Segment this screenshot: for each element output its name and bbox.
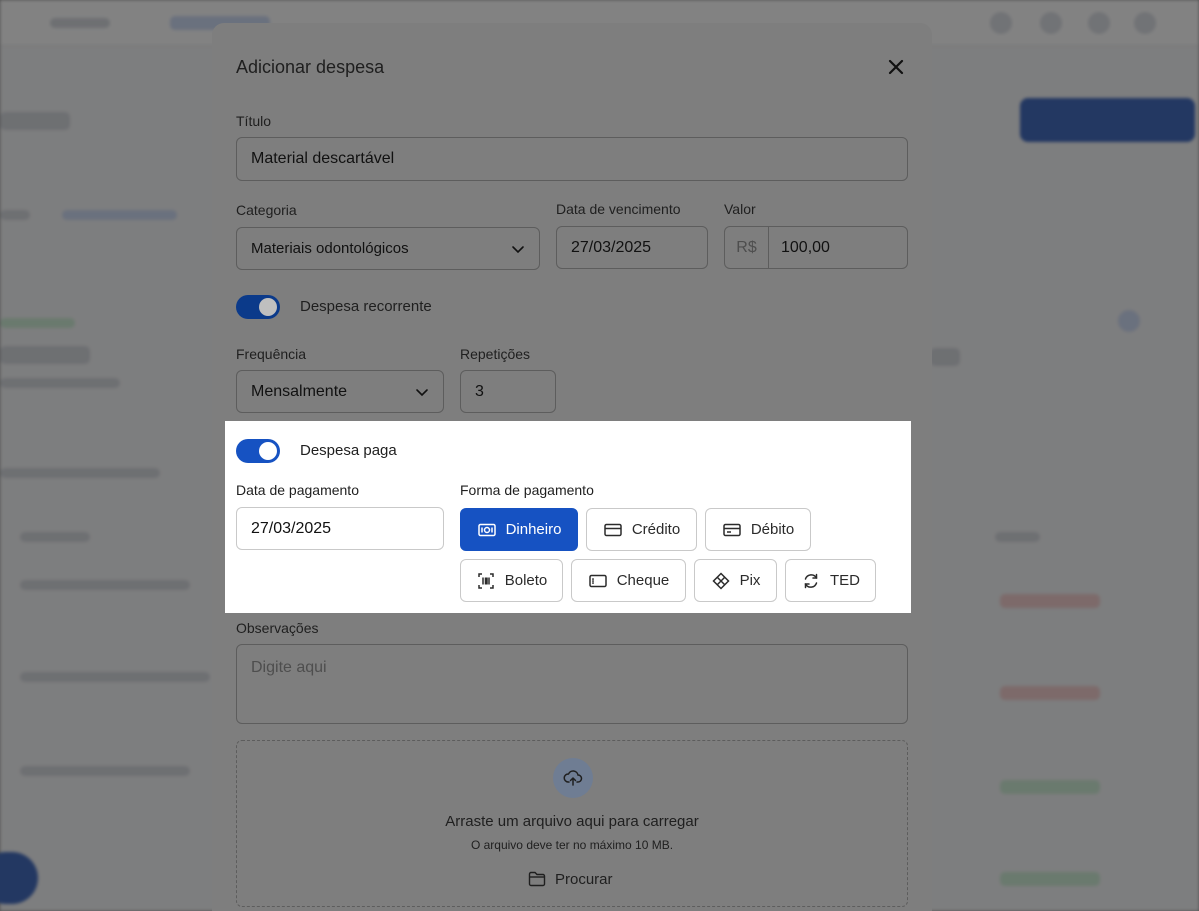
close-icon[interactable]	[886, 57, 906, 77]
credit-card-icon	[604, 523, 622, 536]
paga-label: Despesa paga	[300, 442, 397, 459]
procurar-label: Procurar	[555, 870, 613, 888]
titulo-input[interactable]: Material descartável	[236, 137, 908, 181]
payment-debito-button[interactable]: Débito	[705, 508, 811, 551]
pagamento-data-input[interactable]: 27/03/2025	[236, 507, 444, 550]
dropzone-hint: O arquivo deve ter no máximo 10 MB.	[470, 838, 674, 852]
modal-title: Adicionar despesa	[236, 57, 385, 77]
payment-label: Débito	[750, 521, 795, 538]
payment-dinheiro-button[interactable]: Dinheiro	[460, 508, 578, 551]
pix-icon	[712, 571, 730, 590]
refresh-icon	[804, 573, 818, 588]
frequencia-select[interactable]: Mensalmente	[236, 370, 444, 413]
titulo-value: Material descartável	[251, 150, 395, 167]
titulo-label: Título	[236, 113, 272, 129]
repeticoes-label: Repetições	[460, 346, 531, 362]
forma-label: Forma de pagamento	[460, 482, 594, 498]
barcode-icon	[477, 572, 494, 589]
payment-ted-button[interactable]: TED	[785, 559, 876, 602]
procurar-button[interactable]: Procurar	[527, 869, 613, 889]
payment-cheque-button[interactable]: Cheque	[571, 559, 686, 602]
observacoes-placeholder: Digite aqui	[251, 659, 327, 676]
pagamento-data-value: 27/03/2025	[251, 519, 332, 537]
categoria-label: Categoria	[236, 202, 297, 218]
categoria-value: Materiais odontológicos	[251, 240, 409, 257]
payment-pix-button[interactable]: Pix	[694, 559, 777, 602]
currency-prefix: R$	[725, 227, 769, 268]
frequencia-label: Frequência	[236, 346, 307, 362]
cash-icon	[477, 523, 496, 536]
pagamento-data-label: Data de pagamento	[236, 482, 359, 498]
dropzone-title: Arraste um arquivo aqui para carregar	[445, 813, 699, 830]
observacoes-label: Observações	[236, 620, 319, 636]
payment-label: Boleto	[504, 572, 548, 589]
file-dropzone[interactable]: Arraste um arquivo aqui para carregar O …	[236, 740, 908, 907]
payment-label: Pix	[739, 572, 761, 589]
upload-icon	[553, 758, 593, 798]
chevron-down-icon	[416, 388, 428, 396]
vencimento-value: 27/03/2025	[571, 238, 652, 256]
valor-label: Valor	[724, 201, 756, 217]
payment-section: Despesa paga Data de pagamento 27/03/202…	[225, 421, 911, 613]
payment-label: Cheque	[616, 572, 670, 589]
observacoes-textarea[interactable]: Digite aqui	[236, 644, 908, 724]
valor-value: 100,00	[781, 238, 830, 256]
recorrente-label: Despesa recorrente	[300, 298, 432, 315]
payment-credito-button[interactable]: Crédito	[586, 508, 697, 551]
repeticoes-value: 3	[475, 382, 484, 400]
frequencia-value: Mensalmente	[251, 382, 348, 400]
recorrente-toggle[interactable]	[236, 295, 280, 319]
cheque-icon	[588, 574, 607, 587]
paga-toggle[interactable]	[236, 439, 280, 463]
payment-label: Crédito	[631, 521, 681, 538]
payment-boleto-button[interactable]: Boleto	[460, 559, 563, 602]
chevron-down-icon	[512, 245, 524, 253]
categoria-select[interactable]: Materiais odontológicos	[236, 227, 540, 270]
payment-label: TED	[830, 572, 860, 589]
vencimento-label: Data de vencimento	[556, 201, 681, 217]
valor-input[interactable]: R$ 100,00	[724, 226, 908, 269]
payment-label: Dinheiro	[505, 521, 562, 538]
folder-icon	[528, 871, 546, 887]
debit-card-icon	[723, 523, 741, 536]
repeticoes-input[interactable]: 3	[460, 370, 556, 413]
vencimento-input[interactable]: 27/03/2025	[556, 226, 708, 269]
